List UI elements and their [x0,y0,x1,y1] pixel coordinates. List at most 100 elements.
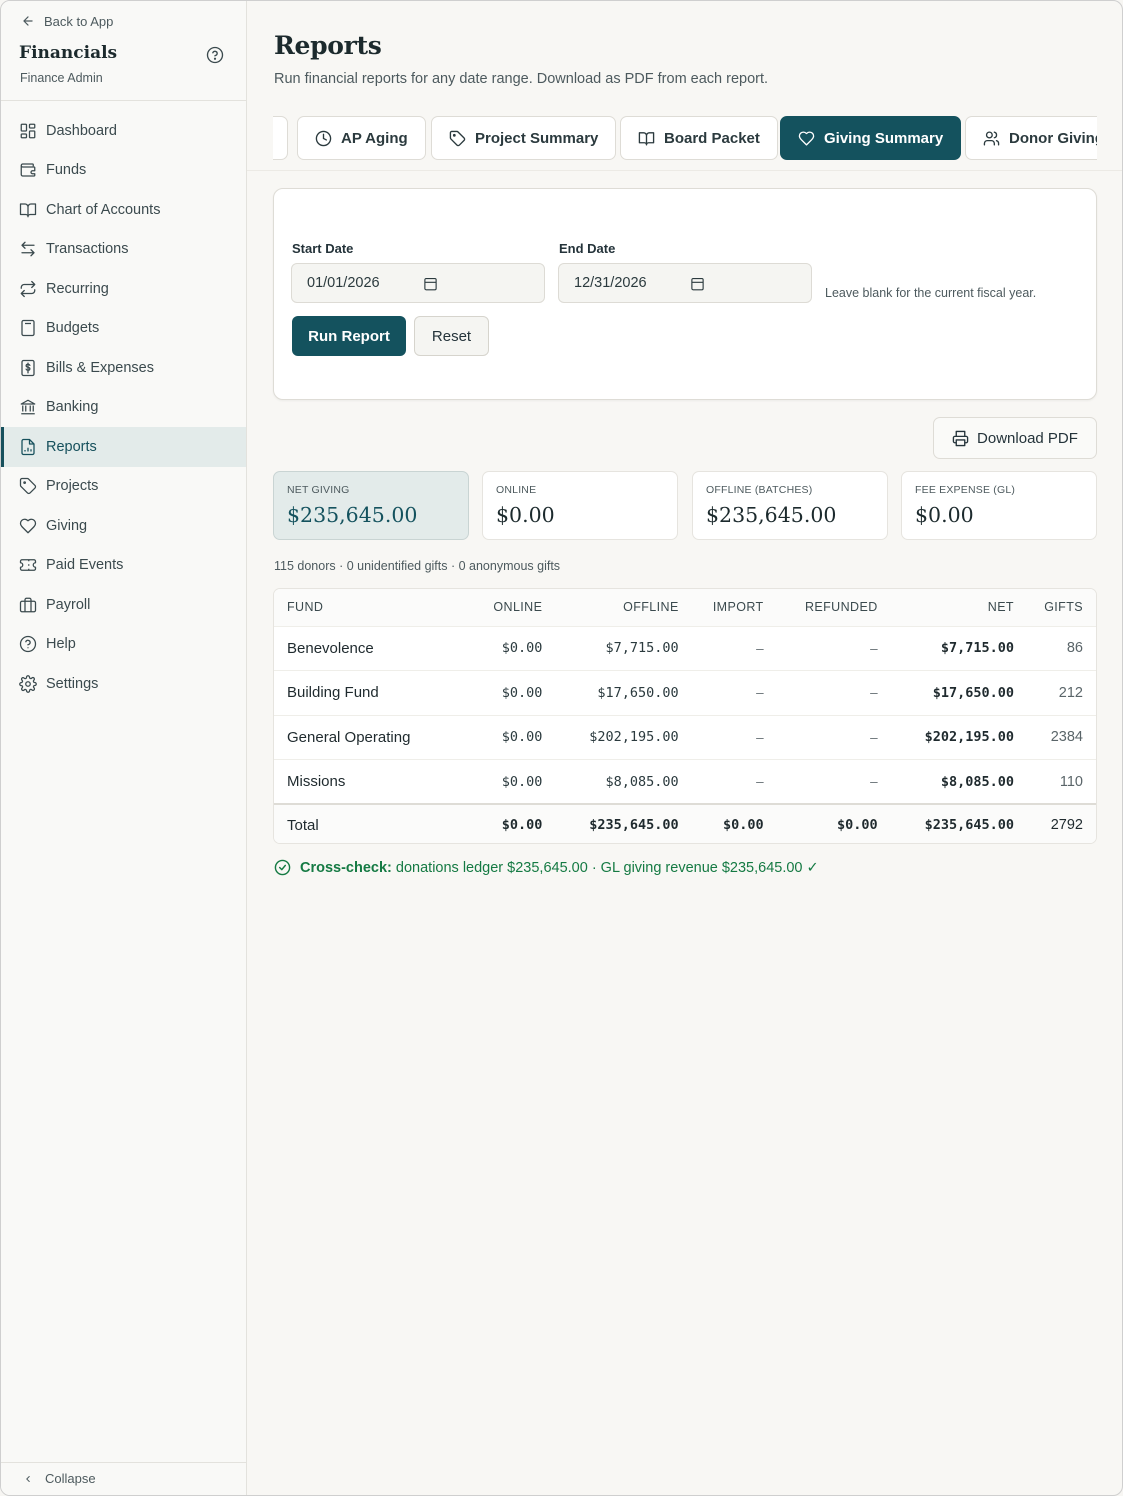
sidebar-item-label: Help [46,636,76,653]
tab-previous-clipped[interactable] [273,116,288,160]
sidebar-item-dashboard[interactable]: Dashboard [1,111,246,151]
sidebar-item-bills-expenses[interactable]: Bills & Expenses [1,348,246,388]
sidebar-item-payroll[interactable]: Payroll [1,585,246,625]
cell-offline: $8,085.00 [555,759,692,805]
cell-net: $202,195.00 [890,714,1027,760]
table-row: General Operating $0.00 $202,195.00 – – … [274,714,1096,760]
sidebar-item-transactions[interactable]: Transactions [1,230,246,270]
calendar-icon[interactable] [423,276,438,291]
table-header-row: FUND ONLINE OFFLINE IMPORT REFUNDED NET … [274,589,1096,626]
total-refunded: $0.00 [776,803,891,843]
sidebar-item-reports[interactable]: Reports [1,427,246,467]
back-to-app-label: Back to App [44,13,114,29]
fund-name: General Operating [274,714,473,760]
collapse-label: Collapse [45,1471,96,1486]
tab-giving-summary[interactable]: Giving Summary [780,116,962,160]
cell-online: $0.00 [472,714,556,760]
tab-label: Board Packet [664,129,760,147]
reset-button[interactable]: Reset [414,316,489,356]
sidebar-item-settings[interactable]: Settings [1,664,246,704]
cell-refunded: – [776,625,891,671]
download-pdf-button[interactable]: Download PDF [933,417,1097,459]
tab-project-summary[interactable]: Project Summary [431,116,617,160]
crosscheck-text: Cross-check: donations ledger $235,645.0… [300,860,819,876]
stat-value: $0.00 [915,503,974,527]
cell-refunded: – [776,670,891,716]
end-date-input[interactable]: 12/31/2026 [558,263,812,303]
cell-import: – [691,714,777,760]
briefcase-icon [19,597,37,613]
calendar-icon[interactable] [690,276,705,291]
sidebar-item-label: Settings [46,675,99,692]
report-tabs[interactable]: AP Aging Project Summary Board Packet Gi… [273,115,1097,161]
sidebar-item-label: Payroll [46,596,91,613]
sidebar-item-label: Banking [46,399,99,416]
receipt-icon [21,359,35,376]
tab-board-packet[interactable]: Board Packet [620,116,778,160]
column-header: ONLINE [472,589,556,626]
sidebar-item-recurring[interactable]: Recurring [1,269,246,309]
start-date-input[interactable]: 01/01/2026 [291,263,545,303]
bank-icon [20,399,36,415]
tab-ap-aging[interactable]: AP Aging [297,116,426,160]
app-subtitle: Finance Admin [20,71,103,85]
cell-gifts: 2384 [1026,714,1096,760]
run-report-button[interactable]: Run Report [292,316,406,356]
stat-label: ONLINE [496,484,537,496]
total-label: Total [274,803,473,843]
date-range-hint: Leave blank for the current fiscal year. [825,286,1037,300]
stat-label: OFFLINE (BATCHES) [706,484,813,496]
sidebar-item-label: Projects [46,478,99,495]
cell-online: $0.00 [472,625,556,671]
arrows-left-right-icon [21,241,35,257]
report-filter-card: Start Date 01/01/2026 End Date 12/31/202… [273,188,1097,400]
cell-import: – [691,670,777,716]
heart-icon [19,518,37,534]
back-to-app-link[interactable]: Back to App [21,12,113,30]
sidebar-item-banking[interactable]: Banking [1,388,246,428]
column-header: FUND [274,589,473,626]
help-circle-icon[interactable] [206,46,224,64]
book-open-icon [19,203,37,218]
stat-label: FEE EXPENSE (GL) [915,484,1016,496]
cell-offline: $202,195.00 [555,714,692,760]
sidebar-item-label: Recurring [46,280,109,297]
column-header: IMPORT [691,589,777,626]
fund-name: Building Fund [274,670,473,716]
repeat-icon [20,280,36,297]
main-content: Reports Run financial reports for any da… [247,1,1122,1495]
table-total-row: Total $0.00 $235,645.00 $0.00 $0.00 $235… [274,803,1096,843]
calculator-icon [21,320,35,337]
sidebar-item-projects[interactable]: Projects [1,467,246,507]
cell-import: – [691,759,777,805]
sidebar-item-paid-events[interactable]: Paid Events [1,546,246,586]
tab-label: AP Aging [341,129,408,147]
sidebar-item-label: Paid Events [46,557,124,574]
table-row: Missions $0.00 $8,085.00 – – $8,085.00 1… [274,759,1096,805]
tag-icon [449,130,466,146]
arrow-left-icon [23,16,33,26]
tab-donor-giving[interactable]: Donor Giving [965,116,1097,160]
cell-gifts: 86 [1026,625,1096,671]
cell-online: $0.00 [472,670,556,716]
total-online: $0.00 [472,803,556,843]
sidebar-item-label: Chart of Accounts [46,201,161,218]
crosscheck-label: Cross-check: [300,859,392,876]
sidebar-item-chart-of-accounts[interactable]: Chart of Accounts [1,190,246,230]
stat-fee-expense: FEE EXPENSE (GL) $0.00 [901,471,1097,540]
check-circle-icon [274,859,291,876]
clock-icon [315,130,332,146]
download-pdf-label: Download PDF [977,429,1078,447]
sidebar-item-help[interactable]: Help [1,625,246,665]
collapse-sidebar-button[interactable]: Collapse [23,1471,96,1486]
fund-name: Benevolence [274,625,473,671]
sidebar-item-budgets[interactable]: Budgets [1,309,246,349]
start-date-value: 01/01/2026 [307,275,380,291]
cell-offline: $17,650.00 [555,670,692,716]
sidebar-divider [1,100,246,101]
fund-name: Missions [274,759,473,805]
sidebar-item-funds[interactable]: Funds [1,151,246,191]
sidebar-footer-divider [1,1462,246,1463]
sidebar-item-giving[interactable]: Giving [1,506,246,546]
column-header: GIFTS [1026,589,1096,626]
